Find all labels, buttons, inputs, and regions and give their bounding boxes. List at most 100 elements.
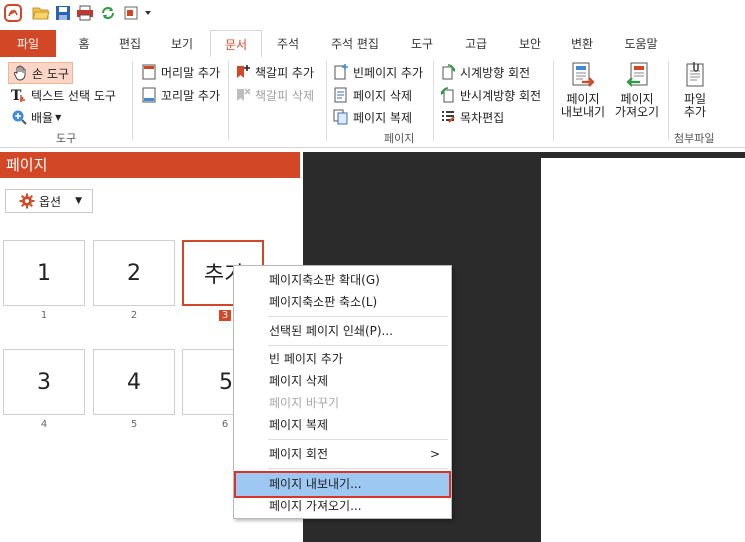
ribbon-separator: [132, 61, 133, 141]
tab-annotation[interactable]: 주석: [270, 30, 306, 57]
add-blank-page-label: 빈페이지 추가: [353, 65, 424, 80]
quick-access-toolbar: [0, 0, 745, 30]
ribbon-separator: [668, 61, 669, 141]
gear-icon: [19, 193, 35, 209]
tab-security[interactable]: 보안: [512, 30, 548, 57]
add-blank-page-button[interactable]: 빈페이지 추가: [333, 62, 423, 82]
tab-file[interactable]: 파일: [0, 30, 56, 57]
open-folder-icon[interactable]: [32, 4, 50, 22]
ribbon-separator: [433, 61, 434, 141]
tab-advanced[interactable]: 고급: [458, 30, 494, 57]
delete-bookmark-label: 책갈피 삭제: [255, 88, 315, 103]
refresh-icon[interactable]: [99, 4, 117, 22]
submenu-arrow-icon: >: [429, 447, 440, 461]
page-number: 5: [130, 419, 138, 430]
rotate-counterclockwise-button[interactable]: 반시계방향 회전: [440, 85, 541, 105]
tab-help[interactable]: 도움말: [616, 30, 666, 57]
add-attachment-button[interactable]: 파일 추가: [673, 61, 717, 119]
chevron-down-icon: ▼: [75, 196, 83, 206]
menu-item-print-selected[interactable]: 선택된 페이지 인쇄(P)...: [235, 320, 450, 342]
ribbon-tab-bar: 파일 홈 편집 보기 문서 주석 주석 편집 도구 고급 보안 변환 도움말: [0, 30, 745, 59]
rotate-clockwise-icon: [440, 64, 456, 80]
add-footer-button[interactable]: 꼬리말 추가: [141, 85, 220, 105]
duplicate-page-label: 페이지 복제: [353, 110, 413, 125]
zoom-button[interactable]: 배율 ▼: [11, 107, 61, 127]
tab-edit[interactable]: 편집: [112, 30, 148, 57]
edit-toc-button[interactable]: 목차편집: [440, 107, 504, 127]
header-icon: [141, 64, 157, 80]
tools-group-label: 도구: [56, 132, 77, 145]
hand-tool-button[interactable]: 손 도구: [8, 62, 73, 84]
export-pages-icon: [570, 61, 596, 91]
add-bookmark-label: 책갈피 추가: [255, 65, 315, 80]
duplicate-page-button[interactable]: 페이지 복제: [333, 107, 412, 127]
hand-icon: [12, 65, 28, 81]
menu-item-add-blank-page[interactable]: 빈 페이지 추가: [235, 348, 450, 370]
blank-page-icon: [333, 64, 349, 80]
add-header-button[interactable]: 머리말 추가: [141, 62, 220, 82]
import-pages-button[interactable]: 페이지 가져오기: [611, 61, 663, 119]
edit-toc-label: 목차편집: [460, 110, 505, 125]
menu-item-export-pages[interactable]: 페이지 내보내기...: [234, 471, 451, 498]
tab-home[interactable]: 홈: [70, 30, 98, 57]
ribbon-separator: [326, 61, 327, 141]
menu-separator: [268, 316, 448, 317]
attachment-group-label: 첨부파일: [674, 132, 715, 145]
dropdown-arrow-icon[interactable]: [142, 4, 154, 22]
page-number: 1: [40, 310, 48, 321]
options-label: 옵션: [39, 194, 62, 209]
document-page[interactable]: [541, 158, 745, 542]
bookmark-add-icon: [235, 64, 251, 80]
pages-group-label: 페이지: [384, 132, 415, 145]
menu-item-enlarge-thumbnails[interactable]: 페이지축소판 확대(G): [235, 269, 450, 291]
delete-bookmark-button[interactable]: 책갈피 삭제: [235, 85, 314, 105]
add-bookmark-button[interactable]: 책갈피 추가: [235, 62, 314, 82]
ribbon: 손 도구 T 텍스트 선택 도구 배율 ▼ 도구 머리말 추가 꼬리말 추가 책…: [0, 57, 745, 148]
bookmark-delete-icon: [235, 87, 251, 103]
page-thumbnail[interactable]: 4: [93, 349, 175, 415]
export-pages-button[interactable]: 페이지 내보내기: [558, 61, 608, 119]
zoom-icon: [11, 109, 27, 125]
page-icon[interactable]: [122, 4, 140, 22]
delete-page-button[interactable]: 페이지 삭제: [333, 85, 412, 105]
menu-item-shrink-thumbnails[interactable]: 페이지축소판 축소(L): [235, 291, 450, 313]
menu-item-duplicate-page[interactable]: 페이지 복제: [235, 414, 450, 436]
options-dropdown-button[interactable]: 옵션 ▼: [5, 189, 93, 213]
rotate-clockwise-label: 시계방향 회전: [460, 65, 531, 80]
page-thumbnail[interactable]: 1: [3, 240, 85, 306]
menu-item-delete-page[interactable]: 페이지 삭제: [235, 370, 450, 392]
menu-item-import-pages[interactable]: 페이지 가져오기...: [235, 495, 450, 517]
import-pages-label-line2: 가져오기: [614, 105, 660, 119]
page-number: 6: [221, 419, 229, 430]
toc-icon: [440, 109, 456, 125]
ribbon-separator: [553, 61, 554, 141]
add-header-label: 머리말 추가: [161, 65, 221, 80]
menu-item-replace-page[interactable]: 페이지 바꾸기: [235, 392, 450, 414]
save-icon[interactable]: [54, 4, 72, 22]
chevron-down-icon: ▼: [55, 112, 62, 122]
menu-separator: [268, 439, 448, 440]
app-logo-icon[interactable]: [4, 4, 22, 22]
hand-tool-label: 손 도구: [32, 66, 69, 81]
page-thumbnail[interactable]: 2: [93, 240, 175, 306]
add-footer-label: 꼬리말 추가: [161, 88, 221, 103]
rotate-page-label: 페이지 회전: [269, 447, 329, 461]
tab-document[interactable]: 문서: [210, 30, 262, 59]
duplicate-page-icon: [333, 109, 349, 125]
tab-view[interactable]: 보기: [164, 30, 200, 57]
text-select-tool-button[interactable]: T 텍스트 선택 도구: [11, 85, 116, 105]
print-icon[interactable]: [76, 4, 94, 22]
ribbon-separator: [228, 61, 229, 141]
menu-item-rotate-page[interactable]: 페이지 회전 >: [235, 443, 450, 465]
rotate-clockwise-button[interactable]: 시계방향 회전: [440, 62, 530, 82]
delete-page-label: 페이지 삭제: [353, 88, 413, 103]
text-select-label: 텍스트 선택 도구: [31, 88, 116, 103]
tab-annotation-edit[interactable]: 주석 편집: [322, 30, 388, 57]
footer-icon: [141, 87, 157, 103]
page-thumbnail[interactable]: 3: [3, 349, 85, 415]
tab-convert[interactable]: 변환: [564, 30, 600, 57]
menu-separator: [268, 468, 448, 469]
delete-page-icon: [333, 87, 349, 103]
menu-separator: [268, 345, 448, 346]
tab-tools[interactable]: 도구: [404, 30, 440, 57]
